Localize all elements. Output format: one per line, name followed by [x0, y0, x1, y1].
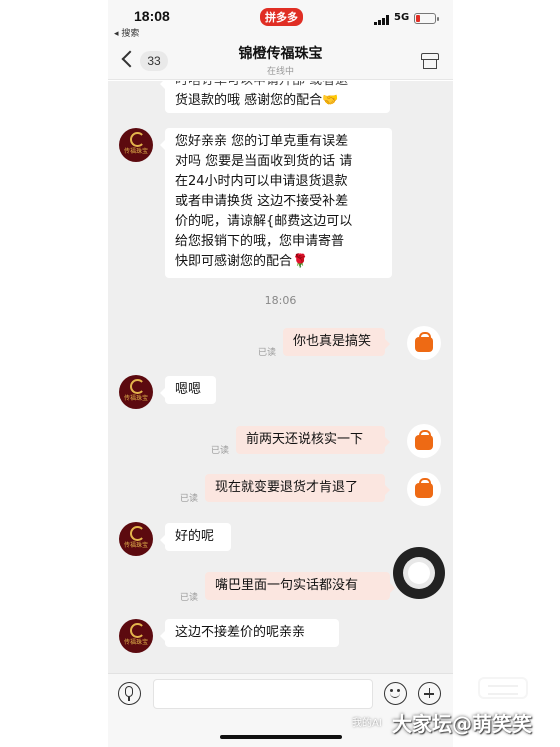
shop-avatar[interactable]: 传福珠宝: [119, 128, 153, 162]
message-text: 嗯嗯: [175, 382, 202, 397]
message-line: 您好亲亲 您的订单克重有误差: [175, 134, 349, 149]
shop-name: 锦橙传福珠宝: [238, 46, 323, 62]
plus-icon[interactable]: [418, 682, 441, 705]
message-text: 你也真是搞笑: [293, 334, 372, 349]
shop-avatar[interactable]: 传福珠宝: [119, 619, 153, 653]
message-text: 前两天还说核实一下: [246, 432, 364, 447]
message-line: 快即可感谢您的配合🌹: [175, 254, 309, 269]
message-text: 货退款的哦 感谢您的配合🤝: [175, 93, 339, 108]
watermark-logo: [478, 677, 528, 699]
shopping-bag-icon: [415, 478, 433, 498]
read-receipt: 已读: [258, 348, 277, 358]
floating-assistant-button[interactable]: [393, 547, 445, 599]
microphone-icon[interactable]: [118, 682, 141, 705]
message-text: 现在就变要退货才肯退了: [215, 480, 359, 495]
shopping-bag-icon: [415, 332, 433, 352]
message-line: 或者申请换货 这边不接受补差: [175, 194, 349, 209]
right-margin: [452, 0, 560, 747]
signal-icon: [374, 15, 390, 25]
watermark-text: 大家坛@萌笑笑: [392, 712, 532, 736]
read-receipt: 已读: [211, 446, 230, 456]
message-bubble: 前两天还说核实一下: [236, 426, 390, 454]
shopping-bag-icon: [415, 430, 433, 450]
user-avatar[interactable]: [407, 424, 441, 458]
battery-icon: [414, 13, 439, 24]
message-line: 在24小时内可以申请退货退款: [175, 174, 348, 189]
read-receipt: 已读: [180, 593, 199, 603]
message-list[interactable]: 时啥订单可以申请升部 或者退 货退款的哦 感谢您的配合🤝 传福珠宝 您好亲亲 您…: [108, 81, 453, 673]
status-bar: 18:08 ◂ 搜索 拼多多 5G: [108, 0, 453, 39]
message-bubble: 时啥订单可以申请升部 或者退 货退款的哦 感谢您的配合🤝: [160, 81, 390, 113]
home-indicator: [220, 735, 342, 739]
message-line: 价的呢，请谅解{邮费这边可以: [175, 214, 353, 229]
message-text: 这边不接差价的呢亲亲: [175, 625, 306, 640]
message-bubble: 您好亲亲 您的订单克重有误差 对吗 您要是当面收到货的话 请 在24小时内可以申…: [160, 128, 392, 278]
online-status: 在线中: [266, 67, 294, 77]
network-type: 5G: [394, 12, 410, 23]
emoji-icon[interactable]: [384, 682, 407, 705]
watermark-small: 我的AI: [352, 718, 382, 729]
read-receipt: 已读: [180, 494, 199, 504]
message-bubble: 你也真是搞笑: [283, 328, 390, 356]
message-line: 对吗 您要是当面收到货的话 请: [175, 154, 353, 169]
message-line: 给您报销下的哦，您申请寄普: [175, 234, 345, 249]
phone-screen: 18:08 ◂ 搜索 拼多多 5G 33 锦橙传福珠宝 在线中 时啥订单可以申请…: [108, 0, 453, 747]
chat-header: 33 锦橙传福珠宝 在线中: [108, 38, 453, 80]
store-icon[interactable]: [421, 53, 439, 69]
message-input[interactable]: [153, 679, 373, 709]
shop-avatar[interactable]: 传福珠宝: [119, 375, 153, 409]
app-badge: 拼多多: [260, 8, 303, 26]
message-bubble: 现在就变要退货才肯退了: [205, 474, 390, 502]
message-text: 嘴巴里面一句实话都没有: [215, 578, 359, 593]
left-margin: [0, 0, 108, 747]
shop-avatar[interactable]: 传福珠宝: [119, 522, 153, 556]
message-bubble: 嘴巴里面一句实话都没有: [205, 572, 395, 600]
message-bubble: 这边不接差价的呢亲亲: [160, 619, 339, 647]
message-text: 时啥订单可以申请升部 或者退: [175, 81, 380, 91]
message-bubble: 嗯嗯: [160, 376, 216, 404]
user-avatar[interactable]: [407, 472, 441, 506]
user-avatar[interactable]: [407, 326, 441, 360]
time-separator: 18:06: [264, 294, 297, 307]
message-bubble: 好的呢: [160, 523, 231, 551]
message-text: 好的呢: [175, 529, 215, 544]
clock: 18:08: [134, 8, 170, 24]
